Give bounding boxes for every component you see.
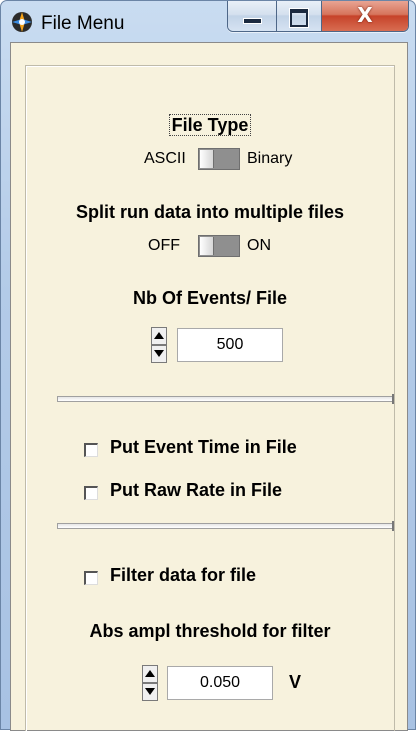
increment-icon[interactable] xyxy=(142,665,158,683)
slider-end xyxy=(392,394,394,404)
threshold-unit: V xyxy=(289,672,302,692)
file-type-title: File Type xyxy=(168,114,252,136)
slider-end xyxy=(392,521,394,531)
ascii-label: ASCII xyxy=(144,150,186,167)
threshold-title: Abs ampl threshold for filter xyxy=(89,621,331,641)
caption-buttons: X xyxy=(227,1,409,32)
close-button[interactable]: X xyxy=(322,1,408,31)
maximize-button[interactable] xyxy=(277,1,322,31)
filter-label: Filter data for file xyxy=(110,565,257,585)
file-menu-window: File Menu X File Type ASCII Binary Split… xyxy=(0,0,416,731)
file-menu-panel: File Type ASCII Binary Split run data in… xyxy=(10,42,408,731)
window-title: File Menu xyxy=(41,13,125,34)
decrement-icon[interactable] xyxy=(142,683,158,701)
file-type-heading: File Type xyxy=(11,114,409,136)
divider-slider-2[interactable] xyxy=(57,521,394,531)
split-row: OFF ON xyxy=(11,235,409,259)
split-toggle[interactable] xyxy=(198,235,240,257)
app-icon xyxy=(12,12,32,32)
on-label: ON xyxy=(247,237,271,254)
toggle-knob xyxy=(200,237,214,255)
file-type-row: ASCII Binary xyxy=(11,148,409,172)
threshold-stepper[interactable] xyxy=(142,665,158,701)
divider-slider-1[interactable] xyxy=(57,394,394,404)
filter-checkbox[interactable] xyxy=(84,571,98,585)
title-bar[interactable]: File Menu X xyxy=(1,1,415,41)
events-title: Nb Of Events/ File xyxy=(132,288,288,308)
off-label: OFF xyxy=(148,237,180,254)
toggle-knob xyxy=(200,150,214,168)
maximize-icon xyxy=(290,9,308,27)
increment-icon[interactable] xyxy=(151,327,167,345)
events-stepper[interactable] xyxy=(151,327,167,363)
raw-rate-checkbox[interactable] xyxy=(84,486,98,500)
binary-label: Binary xyxy=(247,150,293,167)
raw-rate-label: Put Raw Rate in File xyxy=(110,480,283,500)
minimize-button[interactable] xyxy=(228,1,277,31)
decrement-icon[interactable] xyxy=(151,345,167,363)
split-title: Split run data into multiple files xyxy=(75,202,344,222)
close-icon: X xyxy=(357,3,373,27)
minimize-icon xyxy=(243,18,262,24)
events-input[interactable]: 500 xyxy=(177,328,283,362)
threshold-input[interactable]: 0.050 xyxy=(167,666,273,700)
file-type-toggle[interactable] xyxy=(198,148,240,170)
event-time-checkbox[interactable] xyxy=(84,443,98,457)
event-time-label: Put Event Time in File xyxy=(110,437,297,457)
